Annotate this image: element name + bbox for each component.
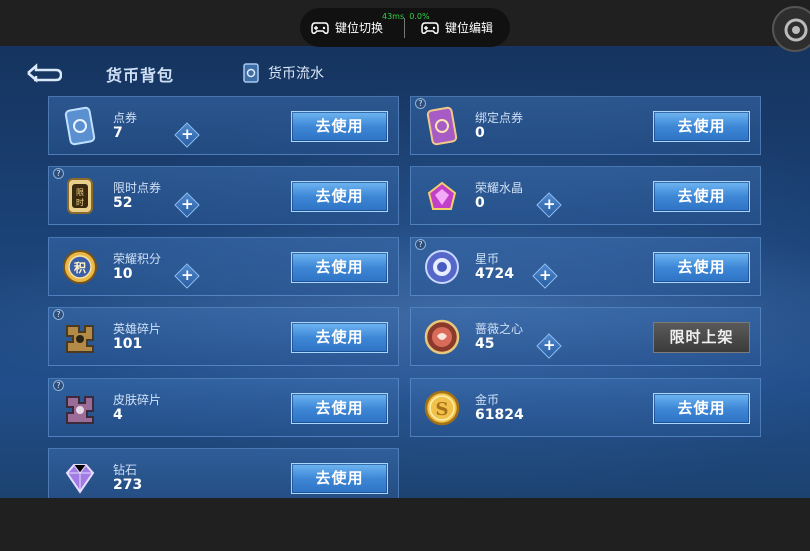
gamepad-icon	[421, 21, 439, 34]
record-icon	[243, 63, 259, 83]
currency-card: 荣耀水晶 0 + 去使用	[410, 166, 761, 225]
plus-icon: +	[181, 266, 194, 285]
coupon-icon	[64, 106, 96, 146]
use-button[interactable]: 去使用	[291, 393, 388, 424]
skin-shard-icon	[66, 396, 94, 424]
glory-crystal-icon	[427, 181, 457, 210]
currency-name: 荣耀积分	[113, 252, 162, 266]
keymap-switch-button[interactable]: 键位切换	[311, 8, 383, 47]
currency-card: ? 英雄碎片 101 去使用	[48, 307, 399, 366]
currency-card: 积 荣耀积分 10 + 去使用	[48, 237, 399, 296]
add-currency-button[interactable]: +	[174, 263, 200, 289]
currency-amount: 10	[113, 266, 133, 282]
use-button[interactable]: 去使用	[291, 322, 388, 353]
currency-card: 蔷薇之心 45 + 限时上架	[410, 307, 761, 366]
plus-icon: +	[181, 125, 194, 144]
help-icon[interactable]: ?	[53, 380, 64, 391]
help-icon[interactable]: ?	[53, 309, 64, 320]
keymap-switch-label: 键位切换	[335, 21, 384, 35]
currency-name: 限时点券	[113, 181, 162, 195]
add-currency-button[interactable]: +	[536, 333, 562, 359]
toolbar-divider	[404, 18, 405, 38]
keymap-toolbar: 43ms 0.0% 键位切换 键位编辑	[300, 8, 510, 47]
currency-card: ? 星币 4724 + 去使用	[410, 237, 761, 296]
help-icon[interactable]: ?	[415, 98, 426, 109]
svg-text:积: 积	[74, 260, 86, 275]
currency-name: 金币	[475, 393, 500, 407]
svg-text:时: 时	[76, 197, 84, 207]
currency-amount: 0	[475, 125, 485, 141]
back-arrow-icon[interactable]	[22, 62, 62, 84]
use-button[interactable]: 去使用	[653, 111, 750, 142]
currency-card: S 金币 61824 去使用	[410, 378, 761, 437]
currency-amount: 4724	[475, 266, 514, 282]
diamond-icon	[65, 464, 95, 494]
svg-text:限: 限	[76, 188, 84, 197]
currency-name: 绑定点券	[475, 111, 524, 125]
currency-name: 皮肤碎片	[113, 393, 162, 407]
game-view: 货币背包 货币流水 点券 7 + 去使用? 绑定点券 0 去使用限时? 限时点券 52 + 去使用荣…	[0, 46, 810, 498]
currency-name: 荣耀水晶	[475, 181, 524, 195]
currency-card: ? 皮肤碎片 4 去使用	[48, 378, 399, 437]
screen: 货币背包 货币流水 点券 7 + 去使用? 绑定点券 0 去使用限时? 限时点券 52 + 去使用荣…	[0, 0, 810, 551]
gear-icon	[784, 18, 808, 42]
currency-amount: 52	[113, 195, 133, 211]
plus-icon: +	[539, 266, 552, 285]
svg-text:S: S	[436, 399, 449, 420]
currency-card: 限时? 限时点券 52 + 去使用	[48, 166, 399, 225]
use-button[interactable]: 去使用	[291, 181, 388, 212]
currency-card: ? 绑定点券 0 去使用	[410, 96, 761, 155]
currency-name: 蔷薇之心	[475, 322, 524, 336]
page-title: 货币背包	[106, 66, 175, 85]
currency-amount: 45	[475, 336, 495, 352]
star-coin-icon	[425, 250, 459, 284]
currency-flow-link[interactable]: 货币流水	[242, 62, 324, 84]
add-currency-button[interactable]: +	[174, 192, 200, 218]
currency-amount: 4	[113, 407, 123, 423]
help-icon[interactable]: ?	[415, 239, 426, 250]
currency-flow-label: 货币流水	[268, 66, 324, 82]
use-button[interactable]: 去使用	[653, 252, 750, 283]
use-button[interactable]: 去使用	[291, 252, 388, 283]
limited-time-button[interactable]: 限时上架	[653, 322, 750, 353]
use-button[interactable]: 去使用	[653, 393, 750, 424]
currency-amount: 273	[113, 477, 143, 493]
currency-name: 英雄碎片	[113, 322, 162, 336]
gold-coin-icon: S	[424, 390, 460, 426]
currency-amount: 61824	[475, 407, 524, 423]
limited-coupon-icon: 限时	[67, 178, 93, 214]
plus-icon: +	[543, 336, 556, 355]
currency-card: 点券 7 + 去使用	[48, 96, 399, 155]
gamepad-icon	[311, 21, 329, 34]
settings-gear-button[interactable]	[772, 6, 810, 52]
add-currency-button[interactable]: +	[536, 192, 562, 218]
use-button[interactable]: 去使用	[653, 181, 750, 212]
currency-name: 点券	[113, 111, 138, 125]
rose-heart-icon	[424, 319, 460, 355]
currency-name: 钻石	[113, 463, 138, 477]
use-button[interactable]: 去使用	[291, 463, 388, 494]
add-currency-button[interactable]: +	[174, 122, 200, 148]
currency-amount: 7	[113, 125, 123, 141]
use-button[interactable]: 去使用	[291, 111, 388, 142]
bound-coupon-icon	[426, 106, 458, 146]
help-icon[interactable]: ?	[53, 168, 64, 179]
plus-icon: +	[543, 195, 556, 214]
currency-card: 钻石 273 去使用	[48, 448, 399, 498]
currency-amount: 101	[113, 336, 143, 352]
hero-shard-icon	[66, 325, 94, 353]
currency-name: 星币	[475, 252, 500, 266]
plus-icon: +	[181, 195, 194, 214]
glory-points-icon: 积	[63, 250, 97, 284]
keymap-edit-label: 键位编辑	[445, 21, 494, 35]
keymap-edit-button[interactable]: 键位编辑	[421, 8, 493, 47]
currency-amount: 0	[475, 195, 485, 211]
add-currency-button[interactable]: +	[532, 263, 558, 289]
